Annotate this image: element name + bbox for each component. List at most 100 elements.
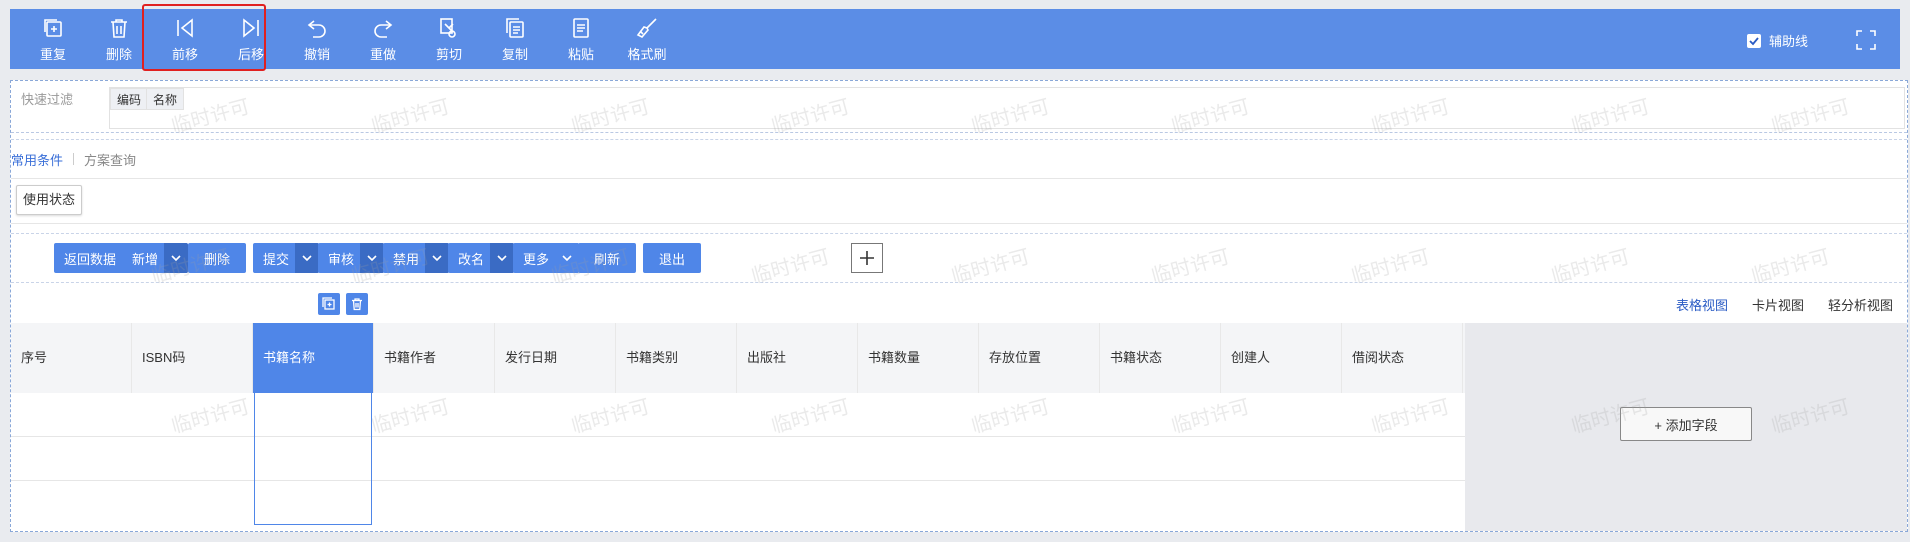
move-forward-icon — [243, 17, 259, 38]
plus-icon — [860, 251, 874, 265]
add-button[interactable]: 新增 — [122, 243, 189, 273]
quick-filter-label: 快速过滤 — [21, 92, 74, 107]
tab-card-view[interactable]: 卡片视图 — [1752, 295, 1804, 314]
move-forward-label: 后移 — [237, 46, 264, 62]
paste-icon — [573, 17, 589, 38]
column-header[interactable]: 存放位置 — [979, 323, 1100, 393]
submit-button[interactable]: 提交 — [253, 243, 320, 273]
tab-scheme-query[interactable]: 方案查询 — [74, 150, 146, 169]
submit-label: 提交 — [263, 251, 290, 267]
table-row[interactable] — [11, 393, 1465, 437]
add-action-button[interactable] — [851, 243, 883, 273]
chevron-down-icon[interactable] — [295, 243, 320, 273]
checkbox-icon[interactable] — [1746, 33, 1761, 48]
tab-common-conditions[interactable]: 常用条件 — [11, 150, 73, 169]
undo-icon — [307, 19, 326, 38]
refresh-button[interactable]: 刷新 — [578, 243, 637, 273]
table-row[interactable] — [11, 481, 1465, 525]
paste-button[interactable]: 粘贴 — [548, 9, 614, 69]
undo-label: 撤销 — [303, 46, 330, 62]
column-header[interactable]: 序号 — [11, 323, 132, 393]
disable-button[interactable]: 禁用 — [383, 243, 450, 273]
column-header[interactable]: ISBN码 — [132, 323, 253, 393]
tab-table-view[interactable]: 表格视图 — [1676, 295, 1728, 314]
design-canvas: 快速过滤 编码 名称 常用条件 方案查询 使用状态 返回数据 新增 删除 提交 … — [10, 80, 1908, 532]
column-header-selected[interactable]: 书籍名称 — [253, 323, 374, 393]
column-header[interactable]: 书籍作者 — [374, 323, 495, 393]
cut-label: 剪切 — [435, 46, 462, 62]
status-filter-row: 使用状态 — [11, 181, 1907, 224]
delete-record-label: 删除 — [204, 251, 231, 267]
exit-button[interactable]: 退出 — [643, 243, 702, 273]
chevron-down-icon[interactable] — [490, 243, 515, 273]
audit-label: 审核 — [328, 251, 355, 267]
column-header[interactable]: 书籍数量 — [858, 323, 979, 393]
chevron-down-icon[interactable] — [555, 243, 580, 273]
column-header[interactable]: 创建人 — [1221, 323, 1342, 393]
move-forward-button[interactable]: 后移 — [218, 9, 284, 69]
copy-label: 复制 — [501, 46, 528, 62]
guideline-label: 辅助线 — [1768, 34, 1808, 49]
tab-analysis-view[interactable]: 轻分析视图 — [1828, 295, 1893, 314]
chevron-down-icon[interactable] — [425, 243, 450, 273]
disable-label: 禁用 — [393, 251, 420, 267]
delete-label: 删除 — [105, 46, 132, 62]
usage-status-button[interactable]: 使用状态 — [16, 185, 83, 215]
undo-button[interactable]: 撤销 — [284, 9, 350, 69]
action-toolbar: 返回数据 新增 删除 提交 审核 禁用 改名 更多 刷新 退出 — [11, 233, 1907, 283]
table-row[interactable] — [11, 437, 1465, 481]
redo-button[interactable]: 重做 — [350, 9, 416, 69]
guideline-toggle[interactable]: 辅助线 — [1746, 31, 1808, 50]
data-table: 序号 ISBN码 书籍名称 书籍作者 发行日期 书籍类别 出版社 书籍数量 存放… — [11, 323, 1465, 525]
paste-label: 粘贴 — [567, 46, 594, 62]
copy-icon — [506, 17, 524, 38]
designer-app: 重复 删除 前移 后移 撤销 重做 剪切 复制 粘贴 格式刷 辅助线 快速过滤 … — [0, 0, 1910, 542]
more-button[interactable]: 更多 — [513, 243, 580, 273]
chevron-down-icon[interactable] — [360, 243, 385, 273]
column-header[interactable]: 发行日期 — [495, 323, 616, 393]
filter-tag-name[interactable]: 名称 — [146, 88, 185, 110]
add-label: 新增 — [132, 251, 159, 267]
cut-icon — [440, 17, 456, 38]
trash-icon — [111, 18, 127, 38]
duplicate-icon — [44, 18, 62, 37]
insert-column-button[interactable] — [318, 293, 340, 315]
move-back-button[interactable]: 前移 — [152, 9, 218, 69]
audit-button[interactable]: 审核 — [318, 243, 385, 273]
rename-label: 改名 — [458, 251, 485, 267]
redo-icon — [374, 19, 393, 38]
quick-filter-input[interactable]: 编码 名称 — [109, 87, 1905, 129]
filter-tag-code[interactable]: 编码 — [110, 88, 149, 110]
redo-label: 重做 — [369, 46, 396, 62]
column-header[interactable]: 出版社 — [737, 323, 858, 393]
add-field-button[interactable]: + 添加字段 — [1620, 407, 1752, 441]
more-label: 更多 — [523, 251, 550, 267]
copy-button[interactable]: 复制 — [482, 9, 548, 69]
column-header[interactable]: 书籍状态 — [1100, 323, 1221, 393]
chevron-down-icon[interactable] — [164, 243, 189, 273]
duplicate-label: 重复 — [39, 46, 66, 62]
format-brush-button[interactable]: 格式刷 — [614, 9, 680, 69]
delete-button[interactable]: 删除 — [86, 9, 152, 69]
condition-tabs: 常用条件 方案查询 — [11, 139, 1907, 179]
delete-column-button[interactable] — [346, 293, 368, 315]
refresh-label: 刷新 — [594, 251, 621, 267]
view-switcher: 表格视图 卡片视图 轻分析视图 — [1676, 295, 1893, 314]
return-data-button[interactable]: 返回数据 — [54, 243, 127, 273]
rename-button[interactable]: 改名 — [448, 243, 515, 273]
trash-icon — [352, 298, 362, 311]
insert-column-icon — [322, 297, 335, 310]
exit-label: 退出 — [659, 251, 686, 267]
add-field-area: + 添加字段 — [1465, 323, 1907, 531]
column-header[interactable]: 书籍类别 — [616, 323, 737, 393]
fullscreen-button[interactable] — [1854, 28, 1878, 52]
column-header[interactable]: 借阅状态 — [1342, 323, 1463, 393]
move-back-label: 前移 — [171, 46, 198, 62]
fullscreen-icon — [1856, 30, 1876, 50]
format-brush-label: 格式刷 — [627, 46, 667, 62]
cut-button[interactable]: 剪切 — [416, 9, 482, 69]
duplicate-button[interactable]: 重复 — [20, 9, 86, 69]
table-header: 序号 ISBN码 书籍名称 书籍作者 发行日期 书籍类别 出版社 书籍数量 存放… — [11, 323, 1465, 393]
move-back-icon — [177, 17, 193, 38]
delete-record-button[interactable]: 删除 — [188, 243, 247, 273]
